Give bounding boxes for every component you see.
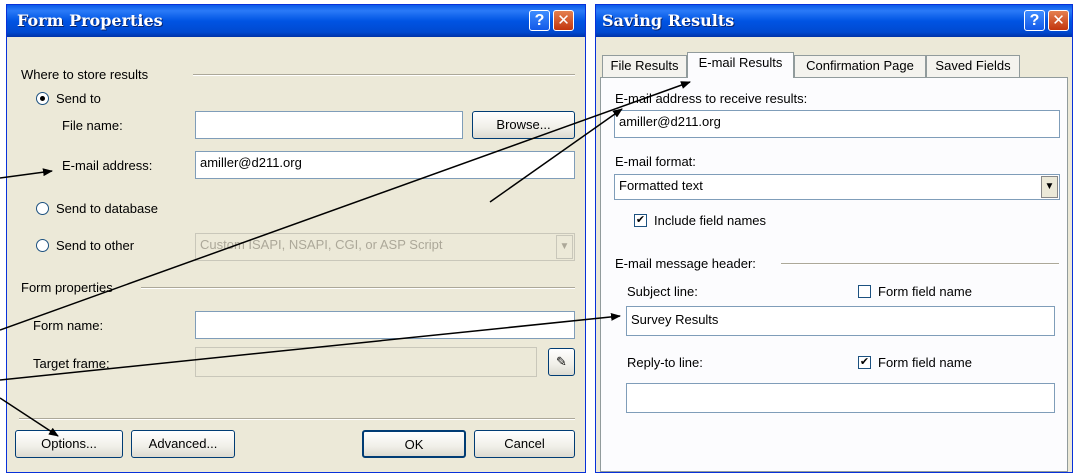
target-frame-input[interactable] (195, 347, 537, 377)
browse-button[interactable]: Browse... (472, 111, 575, 139)
options-button[interactable]: Options... (15, 430, 123, 458)
include-field-names-checkbox[interactable]: ✔ (634, 214, 647, 227)
send-to-other-select[interactable]: Custom ISAPI, NSAPI, CGI, or ASP Script (195, 233, 575, 261)
send-to-database-label: Send to database (56, 201, 158, 216)
email-results-tab-panel: E-mail address to receive results: amill… (600, 77, 1068, 472)
checkmark-icon: ✔ (635, 214, 646, 226)
saving-results-dialog: Saving Results ? ✕ File Results E-mail R… (595, 4, 1073, 473)
saving-results-title: Saving Results (602, 11, 735, 30)
chevron-down-icon: ▼ (559, 241, 570, 252)
send-to-other-dropdown-button[interactable]: ▼ (556, 235, 573, 259)
tab-confirmation-page[interactable]: Confirmation Page (794, 55, 926, 77)
close-icon: ✕ (557, 12, 570, 29)
form-properties-dialog: Form Properties ? ✕ Where to store resul… (6, 4, 586, 473)
file-name-input[interactable] (195, 111, 463, 139)
ok-button[interactable]: OK (362, 430, 466, 458)
send-to-radio[interactable] (36, 92, 49, 105)
form-properties-group-label: Form properties (21, 280, 113, 295)
checkmark-icon: ✔ (859, 356, 870, 368)
footer-divider (19, 418, 575, 420)
send-to-other-label: Send to other (56, 238, 135, 253)
form-properties-title: Form Properties (17, 11, 163, 30)
tab-saved-fields[interactable]: Saved Fields (926, 55, 1020, 77)
reply-to-input[interactable] (626, 383, 1055, 413)
close-button[interactable]: ✕ (1048, 10, 1069, 31)
message-header-group-line (781, 263, 1059, 265)
form-properties-title-bar[interactable]: Form Properties ? ✕ (7, 5, 585, 37)
help-button[interactable]: ? (1024, 10, 1045, 31)
reply-form-field-checkbox[interactable]: ✔ (858, 356, 871, 369)
form-name-label: Form name: (33, 318, 104, 333)
advanced-button[interactable]: Advanced... (131, 430, 235, 458)
reply-to-label: Reply-to line: (627, 355, 703, 370)
send-to-label: Send to (56, 91, 101, 106)
store-results-group-line (193, 74, 575, 76)
pencil-icon: ✎ (556, 354, 567, 369)
email-receive-label: E-mail address to receive results: (615, 91, 808, 106)
email-format-dropdown-button[interactable]: ▼ (1041, 176, 1058, 198)
subject-line-label: Subject line: (627, 284, 698, 299)
subject-form-field-label: Form field name (878, 284, 972, 299)
form-properties-group-line (141, 287, 575, 289)
help-icon: ? (534, 12, 545, 29)
email-format-select[interactable]: Formatted text (614, 174, 1060, 200)
target-frame-picker-button[interactable]: ✎ (548, 348, 575, 376)
include-field-names-label: Include field names (654, 213, 767, 228)
help-button[interactable]: ? (529, 10, 550, 31)
target-frame-label: Target frame: (33, 356, 110, 371)
chevron-down-icon: ▼ (1044, 181, 1055, 192)
tab-email-results[interactable]: E-mail Results (687, 52, 794, 78)
send-to-other-selected-option: Custom ISAPI, NSAPI, CGI, or ASP Script (200, 237, 443, 252)
saving-results-title-bar[interactable]: Saving Results ? ✕ (596, 5, 1072, 37)
email-receive-input[interactable]: amiller@d211.org (614, 110, 1060, 138)
email-address-label: E-mail address: (62, 158, 153, 173)
subject-line-input[interactable]: Survey Results (626, 306, 1055, 336)
email-address-input[interactable]: amiller@d211.org (195, 151, 575, 179)
form-name-input[interactable] (195, 311, 575, 339)
close-button[interactable]: ✕ (553, 10, 574, 31)
store-results-group-label: Where to store results (21, 67, 149, 82)
subject-form-field-checkbox[interactable] (858, 285, 871, 298)
help-icon: ? (1029, 12, 1040, 29)
cancel-button[interactable]: Cancel (474, 430, 575, 458)
email-format-selected-option: Formatted text (619, 178, 703, 193)
reply-form-field-label: Form field name (878, 355, 972, 370)
tab-file-results[interactable]: File Results (602, 55, 687, 77)
email-format-label: E-mail format: (615, 154, 696, 169)
message-header-group-label: E-mail message header: (615, 256, 756, 271)
send-to-database-radio[interactable] (36, 202, 49, 215)
file-name-label: File name: (62, 118, 123, 133)
close-icon: ✕ (1052, 12, 1065, 29)
send-to-other-radio[interactable] (36, 239, 49, 252)
